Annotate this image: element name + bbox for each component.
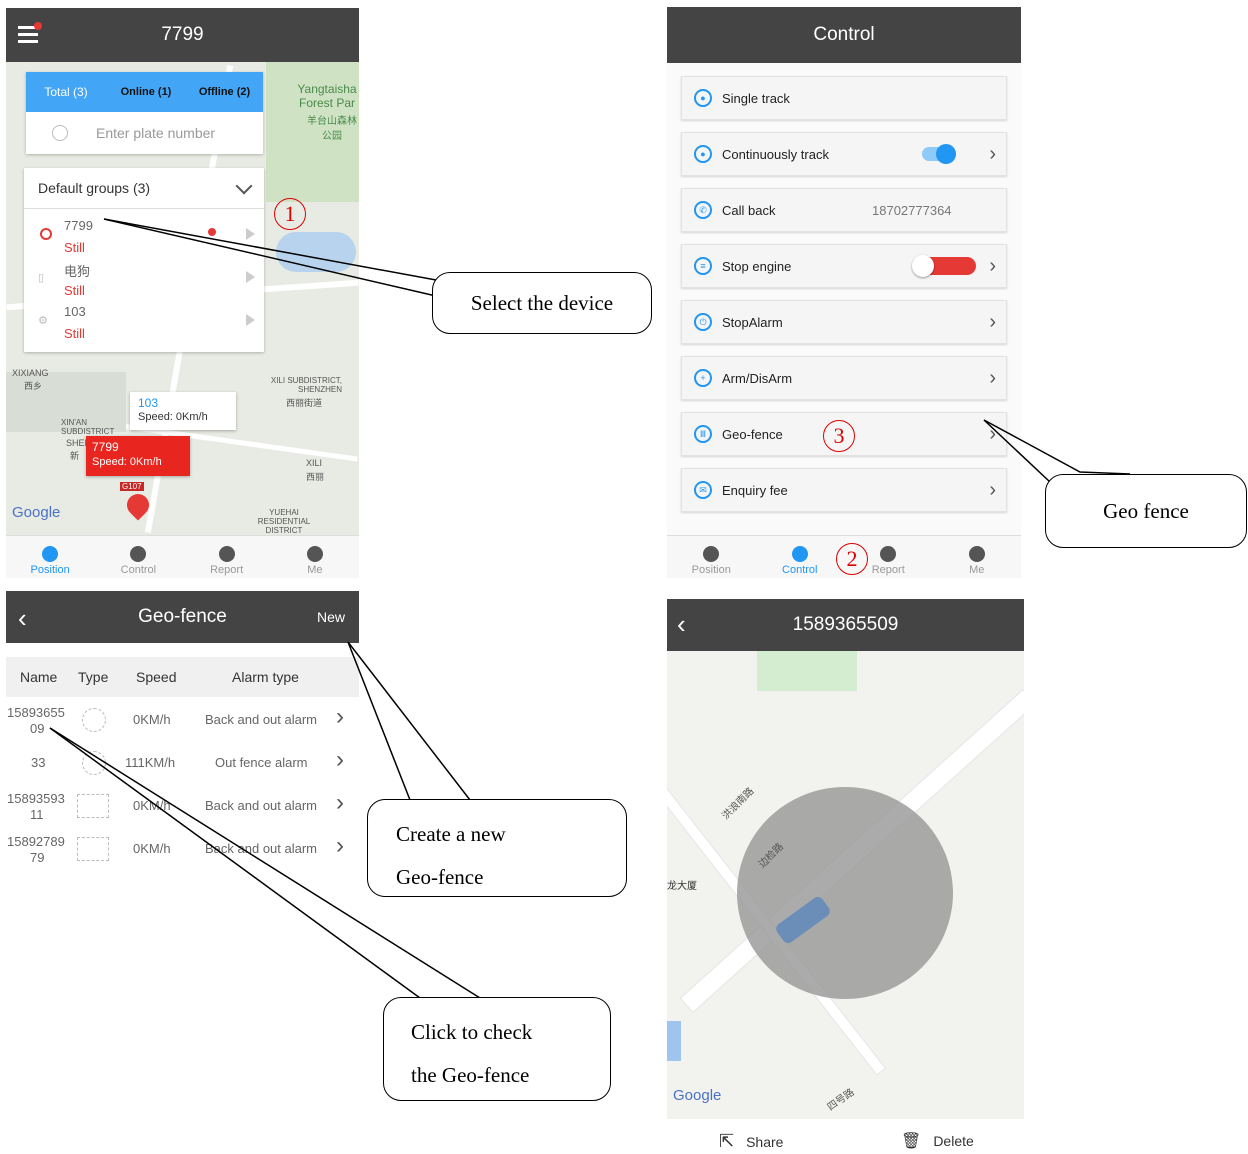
callout-geo-fence: Geo fence (1045, 474, 1247, 548)
callout-create-new: Create a new Geo-fence (367, 799, 627, 897)
step-marker-2: 2 (836, 543, 868, 575)
callout-select-device: Select the device (432, 272, 652, 334)
step-marker-3: 3 (823, 420, 855, 452)
annotation-lines (49, 218, 1131, 999)
callout-click-check: Click to check the Geo-fence (383, 997, 611, 1101)
step-marker-1: 1 (274, 198, 306, 230)
